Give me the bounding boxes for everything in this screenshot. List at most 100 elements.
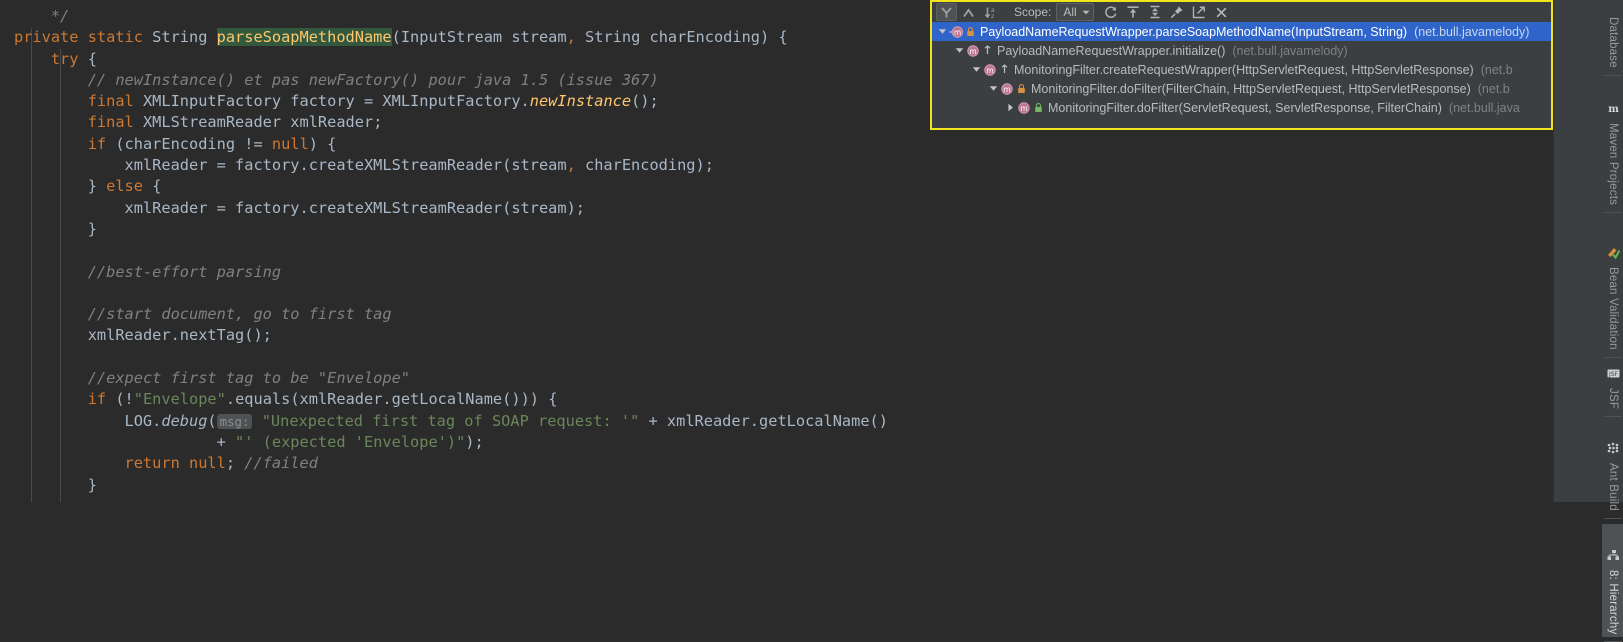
code-line[interactable]: */ <box>0 6 888 27</box>
svg-text:m: m <box>954 28 961 37</box>
code-token: //expect first tag to be "Envelope" <box>87 369 411 388</box>
tool-window-tab-bean-validation[interactable]: Bean Validation <box>1602 218 1623 353</box>
right-tool-window-strip[interactable]: Database Maven Projects m Bean Validation JS… <box>1553 0 1623 642</box>
tool-window-tab-label: Bean Validation <box>1607 266 1619 350</box>
code-line[interactable]: } <box>0 219 888 240</box>
tool-window-tab-ant-build[interactable]: Ant Build <box>1602 422 1623 514</box>
ide-window: */ private static String parseSoapMethodN… <box>0 0 1623 642</box>
code-line[interactable]: //best-effort parsing <box>0 262 888 283</box>
code-line[interactable]: LOG.debug(msg: "Unexpected first tag of … <box>0 411 888 432</box>
code-token: } <box>87 219 97 238</box>
code-token: xmlReader.nextTag(); <box>87 326 272 345</box>
code-token: } <box>87 177 107 196</box>
chevron-right-icon[interactable] <box>1004 103 1017 112</box>
scope-select[interactable]: All <box>1056 3 1094 21</box>
code-token: , <box>566 28 576 47</box>
hierarchy-tree[interactable]: m PayloadNameRequestWrapper.parseSoapMeth… <box>932 22 1551 128</box>
visibility-package-local-icon <box>982 45 993 56</box>
code-line[interactable]: try { <box>0 49 888 70</box>
jsf-icon: JSF <box>1607 367 1620 383</box>
ant-build-icon <box>1607 442 1620 458</box>
code-token: ); <box>465 432 484 451</box>
export-to-textfile-icon[interactable] <box>1123 3 1144 21</box>
tool-window-tab-label: 8: Hierarchy <box>1607 569 1619 635</box>
chevron-down-icon[interactable] <box>953 46 966 55</box>
tool-window-tab-jsf[interactable]: JSF JSF <box>1602 363 1623 412</box>
hierarchy-method-package: (net.b <box>1477 81 1510 96</box>
bean-validation-icon <box>1607 246 1620 262</box>
svg-text:JSF: JSF <box>1607 371 1618 378</box>
code-line[interactable]: } else { <box>0 176 888 197</box>
svg-text:z: z <box>991 13 994 19</box>
tool-window-tab-maven[interactable]: Maven Projects m <box>1602 81 1623 208</box>
code-token: LOG. <box>124 411 162 430</box>
code-line[interactable]: xmlReader = factory.createXMLStreamReade… <box>0 155 888 176</box>
code-line[interactable] <box>0 240 888 261</box>
code-line[interactable]: final XMLStreamReader xmlReader; <box>0 112 888 133</box>
code-token: final <box>87 92 143 111</box>
code-token: try <box>50 49 79 68</box>
sort-alphabetically-icon[interactable]: a z <box>980 3 1001 21</box>
code-line[interactable] <box>0 283 888 304</box>
code-line[interactable]: } <box>0 475 888 496</box>
tool-window-tab-label: JSF <box>1607 387 1619 409</box>
hierarchy-tree-row[interactable]: m PayloadNameRequestWrapper.initialize() (… <box>932 41 1551 60</box>
code-line[interactable]: if (charEncoding != null) { <box>0 134 888 155</box>
chevron-down-icon[interactable] <box>987 84 1000 93</box>
code-line[interactable]: private static String parseSoapMethodNam… <box>0 27 888 48</box>
code-token: static <box>87 28 153 47</box>
chevron-down-icon <box>1082 10 1090 14</box>
open-in-new-window-icon[interactable] <box>1189 3 1210 21</box>
refresh-icon[interactable] <box>1101 3 1122 21</box>
code-line[interactable]: return null; //failed <box>0 453 888 474</box>
caller-hierarchy-icon[interactable] <box>958 3 979 21</box>
tool-window-tab-database[interactable]: Database <box>1602 4 1623 71</box>
hierarchy-tree-row[interactable]: m MonitoringFilter.createRequestWrapper(H… <box>932 60 1551 79</box>
code-token: .equals(xmlReader.getLocalName())) { <box>225 390 558 409</box>
code-token: ( <box>207 411 217 430</box>
code-line[interactable]: xmlReader = factory.createXMLStreamReade… <box>0 198 888 219</box>
code-token: else <box>106 177 143 196</box>
code-line[interactable]: if (!"Envelope".equals(xmlReader.getLoca… <box>0 389 888 410</box>
code-token: //start document, go to first tag <box>87 305 392 324</box>
tool-window-tab-label: Database <box>1607 16 1619 68</box>
expand-collapse-icon[interactable] <box>1145 3 1166 21</box>
call-hierarchy-panel[interactable]: a z Scope: All m PayloadNameRequestWrapp… <box>930 0 1553 130</box>
chevron-down-icon[interactable] <box>970 65 983 74</box>
code-token: (); <box>631 92 659 111</box>
code-token: , <box>566 156 576 175</box>
code-text[interactable]: */ private static String parseSoapMethodN… <box>0 0 888 496</box>
code-token: XMLStreamReader xmlReader; <box>142 113 383 132</box>
code-line[interactable]: xmlReader.nextTag(); <box>0 325 888 346</box>
hierarchy-toolbar[interactable]: a z Scope: All <box>932 2 1551 22</box>
code-line[interactable]: //start document, go to first tag <box>0 304 888 325</box>
code-token: if <box>87 390 107 409</box>
method-icon: m <box>1000 82 1014 96</box>
code-token: //failed <box>244 454 318 473</box>
callee-hierarchy-icon[interactable] <box>936 3 957 21</box>
code-token: debug <box>161 411 208 430</box>
strip-divider <box>1604 74 1622 76</box>
close-icon[interactable] <box>1211 3 1232 21</box>
hierarchy-method-name: MonitoringFilter.doFilter(FilterChain, H… <box>1031 81 1471 96</box>
chevron-down-icon[interactable] <box>936 27 949 36</box>
hierarchy-tree-row[interactable]: m PayloadNameRequestWrapper.parseSoapMeth… <box>932 22 1551 41</box>
pin-tab-icon[interactable] <box>1167 3 1188 21</box>
code-line[interactable] <box>0 347 888 368</box>
code-token: //best-effort parsing <box>87 262 282 281</box>
strip-divider <box>1604 416 1622 417</box>
code-line[interactable]: //expect first tag to be "Envelope" <box>0 368 888 389</box>
code-line[interactable]: // newInstance() et pas newFactory() pou… <box>0 70 888 91</box>
hierarchy-tree-row[interactable]: m MonitoringFilter.doFilter(ServletReques… <box>932 98 1551 117</box>
code-line[interactable]: final XMLInputFactory factory = XMLInput… <box>0 91 888 112</box>
code-line[interactable]: + "' (expected 'Envelope')"); <box>0 432 888 453</box>
hierarchy-method-name: MonitoringFilter.createRequestWrapper(Ht… <box>1014 62 1474 77</box>
hierarchy-method-package: (net.bull.javamelody) <box>1414 24 1530 39</box>
code-token: { <box>142 177 162 196</box>
code-token: ) { <box>308 134 337 153</box>
hierarchy-tree-row[interactable]: m MonitoringFilter.doFilter(FilterChain, … <box>932 79 1551 98</box>
tool-window-tab-hierarchy[interactable]: 8: Hierarchy <box>1602 523 1623 638</box>
visibility-public-icon <box>1033 102 1044 113</box>
code-token: + <box>198 432 236 451</box>
code-token: private <box>14 28 88 47</box>
